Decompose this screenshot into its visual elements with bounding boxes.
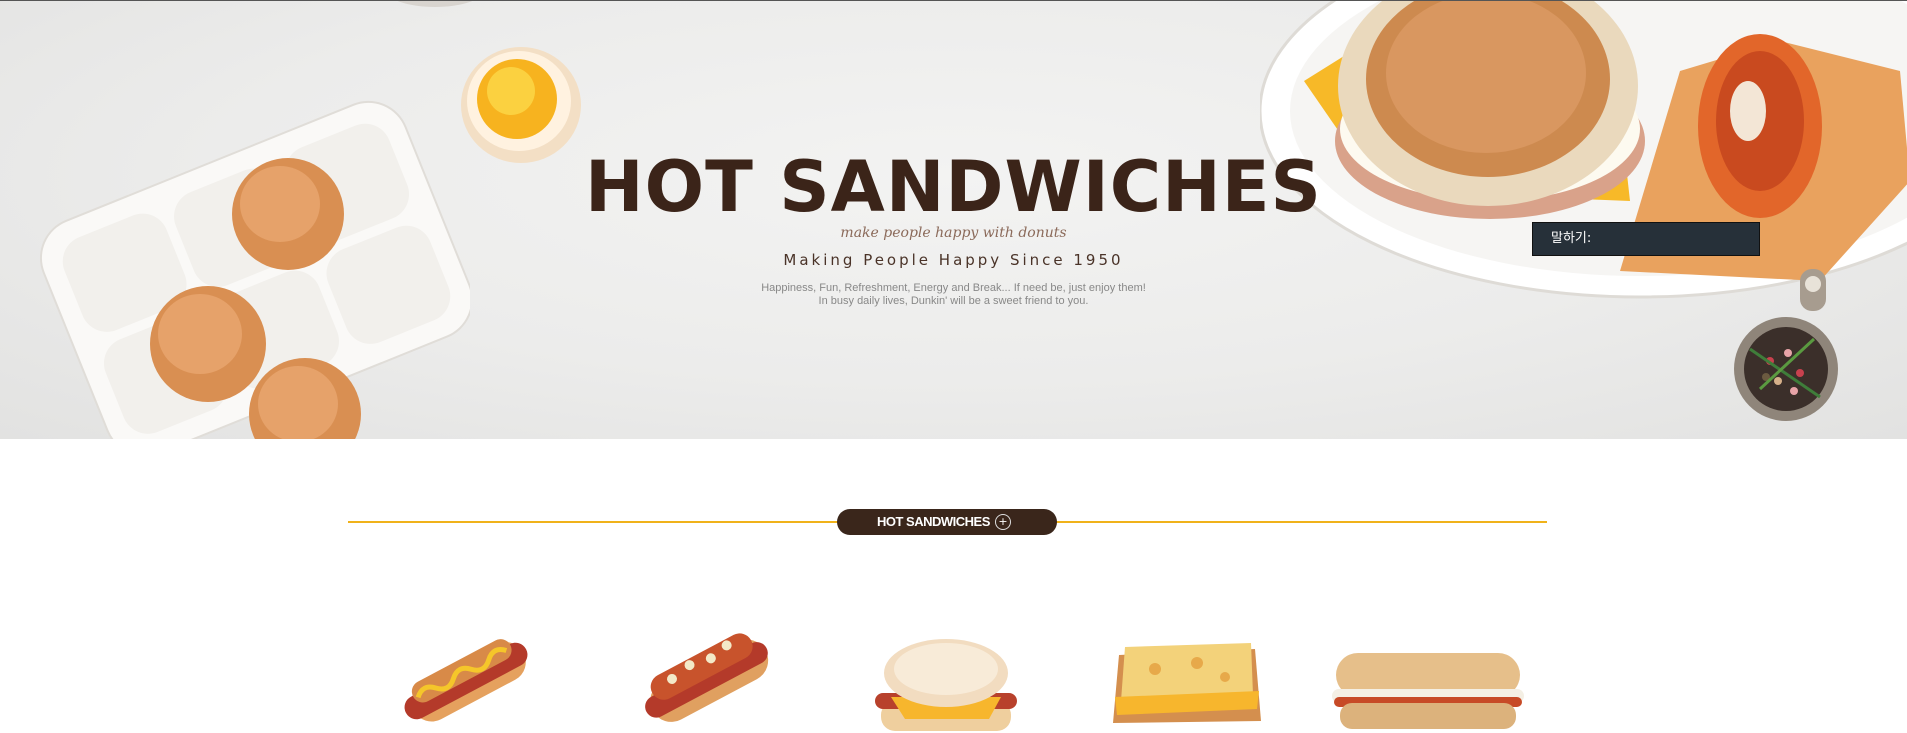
divider-line-left	[348, 521, 843, 523]
hero-description-line2: In busy daily lives, Dunkin' will be a s…	[818, 295, 1089, 307]
hero-description-line1: Happiness, Fun, Refreshment, Energy and …	[761, 282, 1146, 294]
product-section: HOT SANDWICHES +	[0, 439, 1907, 733]
speech-tooltip: 말하기:	[1532, 222, 1760, 256]
hotdog-mustard-image[interactable]	[396, 629, 536, 733]
hero-description: Happiness, Fun, Refreshment, Energy and …	[0, 282, 1907, 308]
more-plus-icon[interactable]: +	[995, 514, 1011, 530]
divider-line-right	[1050, 521, 1547, 523]
hero-title: HOT SANDWICHES	[585, 146, 1322, 228]
category-tab[interactable]: HOT SANDWICHES +	[837, 509, 1057, 535]
bacon-muffin-image[interactable]	[871, 639, 1021, 733]
category-tab-label: HOT SANDWICHES	[877, 514, 990, 529]
hero-banner: HOT SANDWICHES make people happy with do…	[0, 0, 1907, 439]
ciabatta-sandwich-image[interactable]	[1330, 645, 1526, 733]
hero-text-block: HOT SANDWICHES make people happy with do…	[0, 1, 1907, 439]
cheese-toast-image[interactable]	[1105, 635, 1265, 733]
hotdog-chili-image[interactable]	[636, 625, 776, 733]
